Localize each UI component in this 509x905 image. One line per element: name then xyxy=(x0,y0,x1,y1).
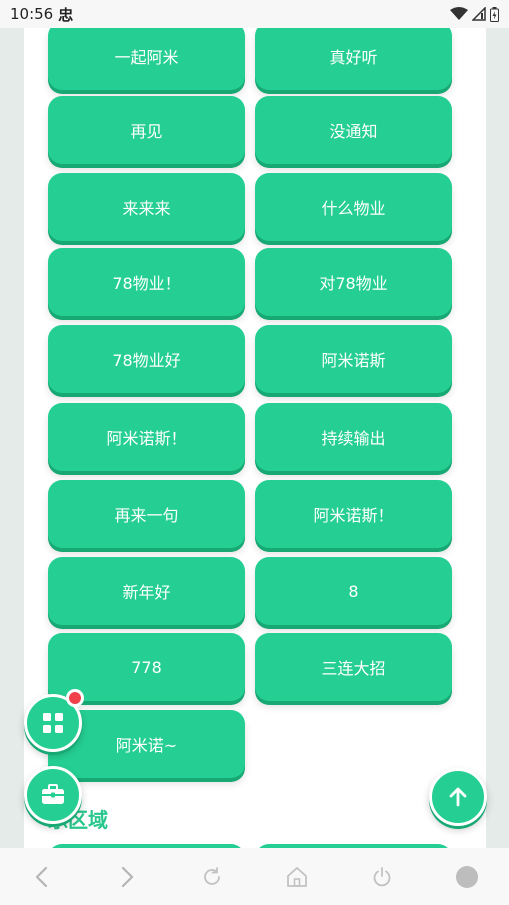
status-alert-glyph: 忠 xyxy=(58,5,74,24)
sound-button[interactable]: 阿米诺斯 xyxy=(255,325,452,393)
toolbox-button[interactable] xyxy=(24,766,82,824)
toolbox-icon xyxy=(42,784,64,804)
dot-icon xyxy=(455,865,478,888)
arrow-up-icon xyxy=(449,787,467,807)
status-icons xyxy=(450,6,499,22)
sound-button[interactable]: 再来一句 xyxy=(48,480,245,548)
sound-button[interactable]: 78物业好 xyxy=(48,325,245,393)
home-icon xyxy=(286,866,307,887)
sound-button[interactable]: 阿米诺斯！ xyxy=(48,403,245,471)
bottom-nav-bar xyxy=(0,848,509,905)
wifi-icon xyxy=(450,7,468,20)
apps-grid-icon xyxy=(43,713,63,733)
status-bar: 10:56 忠 xyxy=(0,0,509,28)
signal-icon xyxy=(472,7,486,21)
forward-icon xyxy=(122,866,134,887)
sound-button[interactable]: 对78物业 xyxy=(255,248,452,316)
sound-button[interactable]: 三连大招 xyxy=(255,633,452,701)
scroll-to-top-button[interactable] xyxy=(429,768,487,826)
sound-button[interactable]: 持续输出 xyxy=(255,403,452,471)
status-time: 10:56 xyxy=(10,5,54,23)
content-panel: 一起阿米 真好听 再见 没通知 来来来 什么物业 78物业！ 对78物业 78物… xyxy=(24,28,486,848)
sound-button[interactable]: 什么物业 xyxy=(255,173,452,241)
back-icon xyxy=(36,866,48,887)
nav-home[interactable] xyxy=(277,857,317,897)
nav-refresh[interactable] xyxy=(192,857,232,897)
nav-back[interactable] xyxy=(22,857,62,897)
battery-icon xyxy=(490,6,499,22)
sound-button[interactable]: 一起阿米 xyxy=(48,28,245,90)
sound-button[interactable]: 再见 xyxy=(48,96,245,164)
sound-button[interactable]: 没通知 xyxy=(255,96,452,164)
sound-button[interactable]: 78物业！ xyxy=(48,248,245,316)
sound-button[interactable]: 来来来 xyxy=(48,173,245,241)
sound-button[interactable]: 8 xyxy=(255,557,452,625)
sound-button[interactable]: 真好听 xyxy=(255,28,452,90)
power-icon xyxy=(373,866,391,886)
refresh-icon xyxy=(204,866,220,885)
nav-forward[interactable] xyxy=(107,857,147,897)
notification-badge xyxy=(66,689,84,707)
nav-tabs[interactable] xyxy=(447,857,487,897)
sound-button[interactable]: 阿米诺斯！ xyxy=(255,480,452,548)
sound-button[interactable]: 新年好 xyxy=(48,557,245,625)
nav-power[interactable] xyxy=(362,857,402,897)
